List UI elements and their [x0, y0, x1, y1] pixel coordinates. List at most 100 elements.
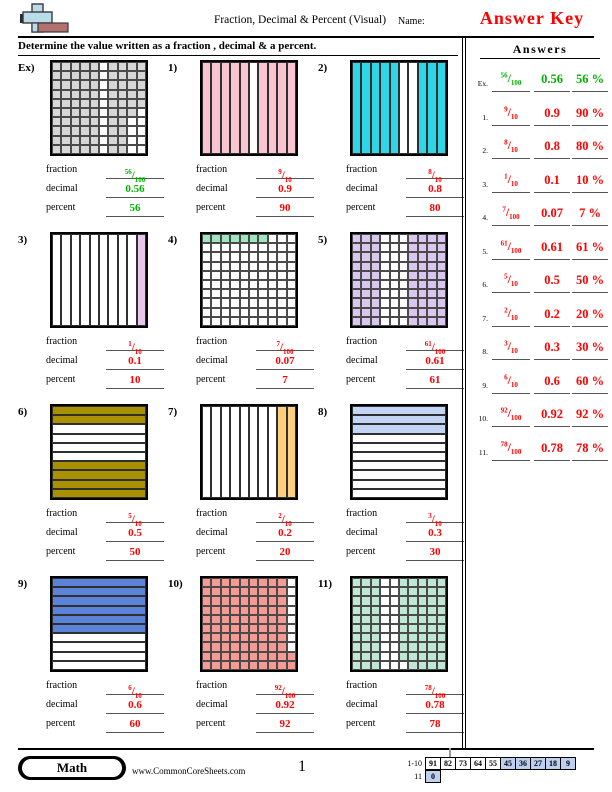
- grid-cell: [211, 280, 221, 290]
- fraction-value[interactable]: 9/10: [256, 162, 314, 184]
- grid-cell: [220, 624, 231, 634]
- grid-cell: [286, 587, 296, 597]
- percent-label: percent: [196, 718, 226, 729]
- grid-cell: [277, 270, 287, 280]
- grid-cell: [89, 71, 99, 81]
- grid-cell: [286, 651, 296, 661]
- grid-cell: [389, 298, 399, 308]
- percent-row: percent 78: [346, 716, 468, 735]
- grid-cell: [220, 280, 231, 290]
- decimal-value[interactable]: 0.78: [406, 697, 464, 714]
- grid-cell: [52, 135, 62, 145]
- percent-value[interactable]: 80: [406, 200, 464, 217]
- grid-cell: [417, 624, 428, 634]
- grid-cell: [89, 98, 99, 108]
- fraction-value[interactable]: 78/100: [406, 678, 464, 700]
- score-row-11-label: 11: [414, 772, 422, 781]
- answer-row: 3. 1/10 0.1 10 %: [470, 167, 608, 200]
- problem-number: 5): [318, 234, 328, 246]
- grid-cell: [61, 71, 71, 81]
- grid-row: [52, 442, 146, 452]
- fraction-value[interactable]: 2/10: [256, 506, 314, 528]
- fraction-row: fraction 61/100: [346, 334, 468, 356]
- grid-cell: [258, 243, 268, 253]
- decimal-value[interactable]: 0.2: [256, 525, 314, 542]
- plus-block-logo-icon: [18, 2, 78, 36]
- grid-cell: [286, 614, 296, 624]
- grid-cell: [136, 144, 146, 154]
- grid-cell: [417, 261, 428, 271]
- grid-cell: [239, 316, 249, 326]
- fraction-value[interactable]: 8/10: [406, 162, 464, 184]
- problem-number: 9): [18, 578, 28, 590]
- grid-row: [52, 633, 146, 643]
- answer-fraction: 7/100: [492, 202, 530, 226]
- grid-cell: [408, 234, 418, 244]
- decimal-value[interactable]: 0.61: [406, 353, 464, 370]
- problem-7: 7) fraction 2/10 decimal 0.2 percent 20: [168, 402, 318, 574]
- problem-number: 3): [18, 234, 28, 246]
- problem-6: 6) fraction 5/10 decimal 0.5 percent 50: [18, 402, 168, 574]
- percent-value[interactable]: 61: [406, 372, 464, 389]
- grid-cell: [267, 261, 278, 271]
- grid-cell: [389, 234, 399, 244]
- percent-value[interactable]: 7: [256, 372, 314, 389]
- grid-cell: [127, 135, 137, 145]
- decimal-value[interactable]: 0.9: [256, 181, 314, 198]
- grid-cell: [230, 633, 240, 643]
- grid-cell: [427, 651, 437, 661]
- decimal-value[interactable]: 0.1: [106, 353, 164, 370]
- percent-value[interactable]: 90: [256, 200, 314, 217]
- percent-value[interactable]: 50: [106, 544, 164, 561]
- grid-cell: [361, 307, 371, 317]
- grid-cell: [427, 605, 437, 615]
- decimal-label: decimal: [46, 527, 78, 538]
- grid-cell: [370, 651, 381, 661]
- decimal-value[interactable]: 0.3: [406, 525, 464, 542]
- answer-decimal: 0.3: [534, 336, 570, 360]
- grid-cell: [136, 98, 146, 108]
- percent-value[interactable]: 92: [256, 716, 314, 733]
- grid-cell: [436, 307, 446, 317]
- percent-value[interactable]: 78: [406, 716, 464, 733]
- grid-cell: [202, 624, 212, 634]
- decimal-value[interactable]: 0.56: [106, 181, 164, 198]
- decimal-value[interactable]: 0.8: [406, 181, 464, 198]
- fraction-value[interactable]: 92/100: [256, 678, 314, 700]
- decimal-value[interactable]: 0.92: [256, 697, 314, 714]
- percent-value[interactable]: 56: [106, 200, 164, 217]
- decimal-value[interactable]: 0.07: [256, 353, 314, 370]
- decimal-value[interactable]: 0.5: [106, 525, 164, 542]
- grid-cell: [136, 117, 146, 127]
- percent-value[interactable]: 10: [106, 372, 164, 389]
- fraction-value[interactable]: 1/10: [106, 334, 164, 356]
- fraction-value[interactable]: 7/100: [256, 334, 314, 356]
- grid-cell: [220, 587, 231, 597]
- percent-label: percent: [46, 202, 76, 213]
- grid-cell: [202, 252, 212, 262]
- grid-cell: [436, 234, 446, 244]
- grid-cell: [267, 651, 278, 661]
- percent-value[interactable]: 30: [406, 544, 464, 561]
- fraction-value[interactable]: 5/10: [106, 506, 164, 528]
- fraction-value[interactable]: 56/100: [106, 162, 164, 184]
- grid-cell: [80, 71, 90, 81]
- grid-cell: [249, 587, 259, 597]
- grid-cell: [370, 587, 381, 597]
- fraction-value[interactable]: 6/10: [106, 678, 164, 700]
- decimal-value[interactable]: 0.6: [106, 697, 164, 714]
- grid-cell: [52, 80, 62, 90]
- answer-decimal: 0.78: [534, 437, 570, 461]
- grid-column: [399, 62, 409, 154]
- grid-cell: [436, 252, 446, 262]
- percent-value[interactable]: 20: [256, 544, 314, 561]
- fraction-value[interactable]: 61/100: [406, 334, 464, 356]
- percent-value[interactable]: 60: [106, 716, 164, 733]
- answer-fraction: 92/100: [492, 403, 530, 427]
- fraction-value[interactable]: 3/10: [406, 506, 464, 528]
- grid-cell: [380, 624, 390, 634]
- grid-cell: [70, 80, 81, 90]
- grid-cell: [380, 596, 390, 606]
- grid-cell: [399, 316, 409, 326]
- grid-cell: [408, 642, 418, 652]
